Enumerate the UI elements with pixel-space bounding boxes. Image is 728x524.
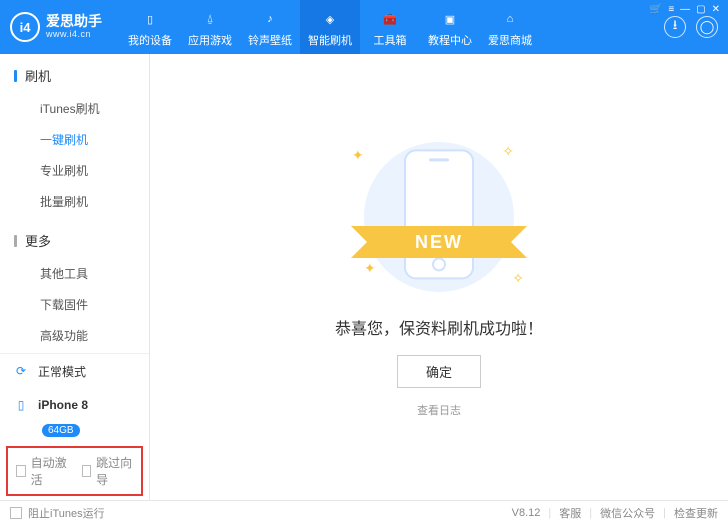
apps-icon: ⍙ bbox=[201, 10, 219, 28]
tutorial-icon: ▣ bbox=[441, 10, 459, 28]
sparkle-icon: ✧ bbox=[502, 143, 514, 160]
nav-flash[interactable]: ◈ 智能刷机 bbox=[300, 0, 360, 54]
phone-illustration-icon bbox=[404, 149, 474, 279]
phone-icon: ▯ bbox=[141, 10, 159, 28]
sidebar-item[interactable]: 下载固件 bbox=[0, 289, 149, 320]
refresh-icon: ⟳ bbox=[12, 362, 30, 380]
app-logo: i4 爱思助手 www.i4.cn bbox=[0, 0, 120, 54]
minimize-button[interactable]: — bbox=[680, 4, 690, 15]
download-icon[interactable]: ⭳ bbox=[664, 16, 686, 38]
nav-label: 工具箱 bbox=[374, 32, 407, 48]
highlighted-options: 自动激活 跳过向导 bbox=[6, 446, 143, 496]
nav-label: 智能刷机 bbox=[308, 32, 352, 48]
check-update-link[interactable]: 检查更新 bbox=[674, 505, 718, 521]
sidebar-item[interactable]: iTunes刷机 bbox=[0, 93, 149, 124]
device-info[interactable]: ▯ iPhone 8 bbox=[0, 388, 149, 422]
sidebar-item[interactable]: 其他工具 bbox=[0, 258, 149, 289]
version-label: V8.12 bbox=[512, 507, 541, 519]
menu-icon[interactable]: ≡ bbox=[668, 4, 674, 15]
success-message: 恭喜您，保资料刷机成功啦！ bbox=[335, 315, 543, 339]
close-button[interactable]: ✕ bbox=[712, 4, 720, 15]
music-icon: ♪ bbox=[261, 10, 279, 28]
app-url: www.i4.cn bbox=[46, 30, 102, 40]
mode-label: 正常模式 bbox=[38, 363, 86, 380]
new-ribbon: NEW bbox=[369, 226, 509, 258]
sidebar-item[interactable]: 一键刷机 bbox=[0, 124, 149, 155]
maximize-button[interactable]: ▢ bbox=[696, 4, 705, 15]
sidebar-item[interactable]: 高级功能 bbox=[0, 320, 149, 351]
phone-icon: ▯ bbox=[12, 396, 30, 414]
support-link[interactable]: 客服 bbox=[559, 505, 581, 521]
flash-icon: ◈ bbox=[321, 10, 339, 28]
nav-toolbox[interactable]: 🧰 工具箱 bbox=[360, 0, 420, 54]
nav-label: 应用游戏 bbox=[188, 32, 232, 48]
success-illustration: ✦ ✧ ✦ ✧ NEW bbox=[334, 137, 544, 297]
logo-icon: i4 bbox=[10, 12, 40, 42]
nav-music[interactable]: ♪ 铃声壁纸 bbox=[240, 0, 300, 54]
sidebar-item[interactable]: 专业刷机 bbox=[0, 155, 149, 186]
storage-badge: 64GB bbox=[42, 424, 80, 437]
nav-tutorial[interactable]: ▣ 教程中心 bbox=[420, 0, 480, 54]
sidebar-section-flash: 刷机 bbox=[0, 62, 149, 89]
sparkle-icon: ✦ bbox=[364, 260, 376, 277]
sidebar-item[interactable]: 批量刷机 bbox=[0, 186, 149, 217]
nav-shop[interactable]: ⌂ 爱思商城 bbox=[480, 0, 540, 54]
nav-apps[interactable]: ⍙ 应用游戏 bbox=[180, 0, 240, 54]
ok-button[interactable]: 确定 bbox=[397, 355, 481, 388]
block-itunes-checkbox[interactable]: 阻止iTunes运行 bbox=[10, 505, 105, 521]
device-name: iPhone 8 bbox=[38, 398, 88, 412]
device-mode[interactable]: ⟳ 正常模式 bbox=[0, 354, 149, 388]
nav-label: 爱思商城 bbox=[488, 32, 532, 48]
toolbox-icon: 🧰 bbox=[381, 10, 399, 28]
app-title: 爱思助手 bbox=[46, 14, 102, 29]
view-log-link[interactable]: 查看日志 bbox=[417, 402, 461, 418]
sparkle-icon: ✦ bbox=[352, 147, 364, 164]
sparkle-icon: ✧ bbox=[512, 270, 524, 287]
auto-activate-checkbox[interactable]: 自动激活 bbox=[16, 454, 68, 488]
nav-label: 铃声壁纸 bbox=[248, 32, 292, 48]
cart-icon[interactable]: 🛒 bbox=[650, 4, 662, 15]
nav-label: 教程中心 bbox=[428, 32, 472, 48]
sidebar-section-more: 更多 bbox=[0, 227, 149, 254]
user-icon[interactable]: ◯ bbox=[696, 16, 718, 38]
nav-phone[interactable]: ▯ 我的设备 bbox=[120, 0, 180, 54]
skip-guide-checkbox[interactable]: 跳过向导 bbox=[82, 454, 134, 488]
shop-icon: ⌂ bbox=[501, 10, 519, 28]
wechat-link[interactable]: 微信公众号 bbox=[600, 505, 655, 521]
nav-label: 我的设备 bbox=[128, 32, 172, 48]
